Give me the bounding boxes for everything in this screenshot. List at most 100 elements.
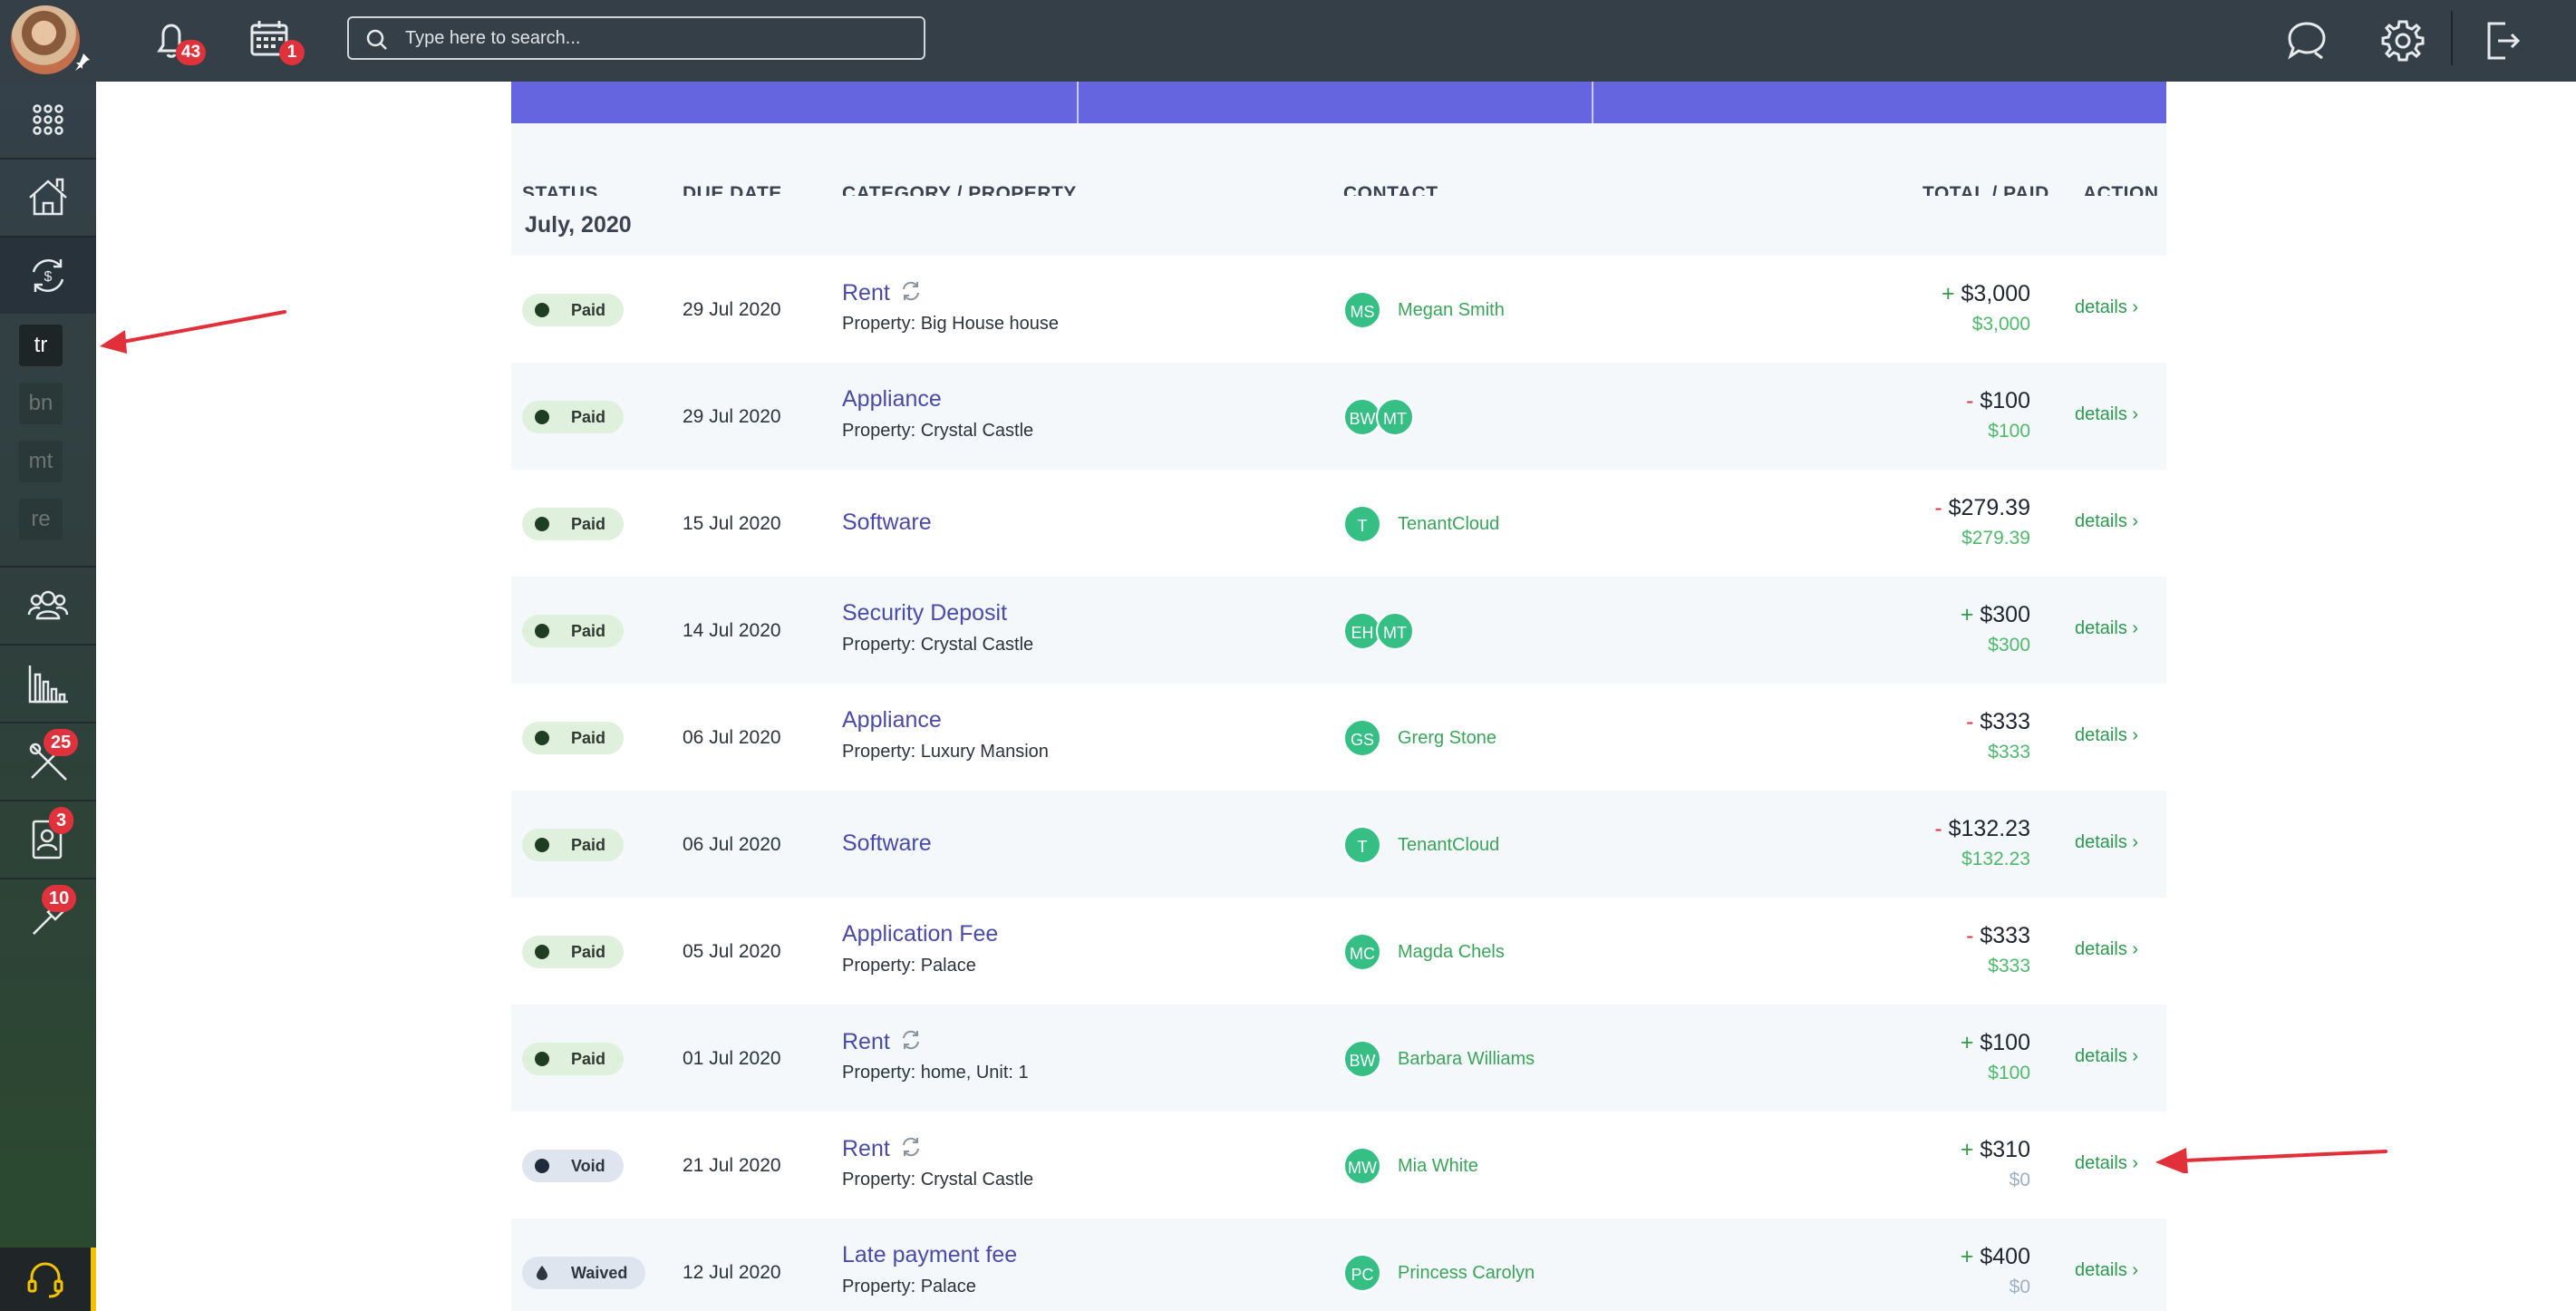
due-date: 06 Jul 2020 xyxy=(683,727,781,748)
maintenance-badge: 25 xyxy=(44,729,79,756)
check-circle-icon xyxy=(535,1052,549,1066)
details-link[interactable]: details › xyxy=(2075,297,2138,318)
total-amount: + $3,000 xyxy=(1941,281,2030,306)
status-badge: Paid xyxy=(522,294,625,326)
category-link[interactable]: Application Fee xyxy=(842,921,998,947)
month-label: July, 2020 xyxy=(525,212,632,238)
details-link[interactable]: details › xyxy=(2075,511,2138,532)
details-link[interactable]: details › xyxy=(2075,1153,2138,1174)
table-row: Paid 14 Jul 2020 Security Deposit Property:… xyxy=(511,577,2166,684)
contact-link[interactable]: TenantCloud xyxy=(1398,835,1499,856)
details-link[interactable]: details › xyxy=(2075,404,2138,425)
user-avatar[interactable] xyxy=(11,5,80,74)
support-button[interactable] xyxy=(0,1248,96,1311)
paid-amount: $279.39 xyxy=(1961,528,2030,549)
sidebar-item-properties[interactable] xyxy=(0,160,96,236)
avatar[interactable]: MS xyxy=(1343,291,1381,329)
total-amount: - $333 xyxy=(1966,923,2030,948)
property-label: Property: Crystal Castle xyxy=(842,1170,1034,1190)
property-label: Property: Palace xyxy=(842,1277,976,1296)
sidebar-item-contacts[interactable]: 3 xyxy=(0,801,96,878)
category-link[interactable]: Software xyxy=(842,830,932,857)
avatar[interactable]: T xyxy=(1343,505,1381,543)
details-link[interactable]: details › xyxy=(2075,832,2138,853)
settings-button[interactable] xyxy=(2378,16,2427,65)
table-row: Paid 29 Jul 2020 Rent Property: Big House h… xyxy=(511,256,2166,363)
chevron-right-icon: › xyxy=(2132,832,2139,852)
contact-link[interactable]: Megan Smith xyxy=(1398,300,1505,321)
sidebar-sub-re[interactable]: re xyxy=(19,499,63,540)
sidebar-item-transactions[interactable]: $ xyxy=(0,238,96,314)
property-label: Property: Crystal Castle xyxy=(842,635,1034,655)
property-label: Property: Big House house xyxy=(842,314,1060,334)
topbar-divider xyxy=(2451,11,2453,65)
clock-icon xyxy=(535,1159,549,1173)
amount-sign: + xyxy=(1960,1030,1974,1055)
paid-amount: $333 xyxy=(1988,742,2030,762)
category-link[interactable]: Late payment fee xyxy=(842,1242,1017,1268)
contact-link[interactable]: Grerg Stone xyxy=(1398,728,1496,749)
people-icon xyxy=(27,590,69,620)
amount-sign: - xyxy=(1966,709,1974,734)
contact-avatars: T xyxy=(1343,826,1381,864)
chevron-right-icon: › xyxy=(2132,618,2139,638)
money-exchange-icon: $ xyxy=(32,259,64,292)
avatar[interactable]: MW xyxy=(1343,1147,1381,1185)
search-box[interactable] xyxy=(347,16,925,60)
contact-link[interactable]: TenantCloud xyxy=(1398,514,1499,535)
due-date: 14 Jul 2020 xyxy=(683,620,781,641)
sidebar-item-reports[interactable] xyxy=(0,646,96,722)
table-row: Paid 05 Jul 2020 Application Fee Property: … xyxy=(511,898,2166,1005)
category-link[interactable]: Rent xyxy=(842,1135,923,1165)
details-link[interactable]: details › xyxy=(2075,1046,2138,1067)
paid-amount: $0 xyxy=(2009,1277,2030,1297)
calendar-button[interactable]: 1 xyxy=(247,16,305,65)
category-link[interactable]: Appliance xyxy=(842,386,942,413)
svg-text:$: $ xyxy=(44,269,53,285)
contact-avatars: BW xyxy=(1343,1040,1381,1078)
table-row: Void 21 Jul 2020 Rent Property: Crystal Cas… xyxy=(511,1112,2166,1219)
details-link[interactable]: details › xyxy=(2075,1260,2138,1281)
paid-amount: $3,000 xyxy=(1971,314,2030,335)
avatar[interactable]: T xyxy=(1343,826,1381,864)
search-input[interactable] xyxy=(405,24,913,53)
total-amount: + $310 xyxy=(1960,1137,2030,1162)
avatar[interactable]: PC xyxy=(1343,1254,1381,1292)
details-link[interactable]: details › xyxy=(2075,939,2138,960)
sidebar-sub-mt[interactable]: mt xyxy=(19,441,63,482)
chat-button[interactable] xyxy=(2282,16,2331,65)
avatar[interactable]: MC xyxy=(1343,933,1381,971)
category-link[interactable]: Rent xyxy=(842,279,923,309)
pin-icon[interactable] xyxy=(71,51,92,73)
sidebar-sub-bn[interactable]: bn xyxy=(19,383,63,424)
paid-amount: $333 xyxy=(1988,956,2030,976)
contact-link[interactable]: Princess Carolyn xyxy=(1398,1263,1535,1284)
contact-link[interactable]: Mia White xyxy=(1398,1156,1478,1177)
sidebar-item-apps[interactable] xyxy=(0,82,96,158)
category-link[interactable]: Appliance xyxy=(842,707,942,733)
details-link[interactable]: details › xyxy=(2075,618,2138,639)
transactions-panel: STATUS DUE DATE CATEGORY / PROPERTY CONT… xyxy=(511,82,2166,1311)
avatar[interactable]: MT xyxy=(1376,612,1414,650)
sidebar-item-people[interactable] xyxy=(0,568,96,644)
logout-button[interactable] xyxy=(2478,16,2527,65)
avatar[interactable]: BW xyxy=(1343,1040,1381,1078)
avatar[interactable]: GS xyxy=(1343,719,1381,757)
category-link[interactable]: Software xyxy=(842,510,932,536)
sidebar-item-tools[interactable]: 10 xyxy=(0,879,96,956)
chevron-right-icon: › xyxy=(2132,404,2139,424)
category-link[interactable]: Security Deposit xyxy=(842,600,1007,626)
sidebar-item-maintenance[interactable]: 25 xyxy=(0,723,96,800)
notifications-button[interactable]: 43 xyxy=(147,16,207,65)
category-link[interactable]: Rent xyxy=(842,1028,923,1058)
sidebar-sub-tr[interactable]: tr xyxy=(19,325,63,366)
total-amount: + $300 xyxy=(1960,602,2030,627)
contact-link[interactable]: Barbara Williams xyxy=(1398,1049,1535,1070)
details-link[interactable]: details › xyxy=(2075,725,2138,746)
due-date: 01 Jul 2020 xyxy=(683,1048,781,1069)
status-badge: Paid xyxy=(522,829,625,861)
contact-link[interactable]: Magda Chels xyxy=(1398,942,1505,963)
total-amount: - $100 xyxy=(1966,388,2030,413)
table-row: Paid 06 Jul 2020 Software T TenantCloud - $13… xyxy=(511,791,2166,898)
avatar[interactable]: MT xyxy=(1376,398,1414,436)
